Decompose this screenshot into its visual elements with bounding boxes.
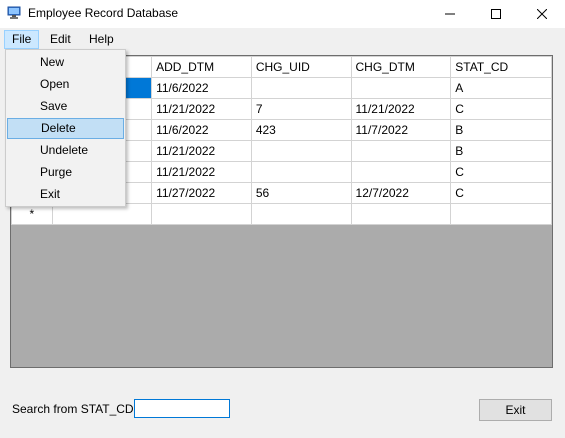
grid-cell[interactable]: B <box>450 119 552 141</box>
grid-cell[interactable]: A <box>450 77 552 99</box>
grid-cell[interactable]: C <box>450 161 552 183</box>
minimize-icon <box>445 13 455 15</box>
menu-item-new[interactable]: New <box>7 52 124 73</box>
grid-cell[interactable]: 11/6/2022 <box>151 77 252 99</box>
grid-cell[interactable] <box>350 161 452 183</box>
grid-cell[interactable]: 11/21/2022 <box>350 98 452 120</box>
grid-cell[interactable]: 7 <box>250 98 352 120</box>
grid-cell[interactable]: 11/6/2022 <box>151 119 252 141</box>
grid-cell[interactable] <box>350 140 452 162</box>
title-bar: Employee Record Database <box>0 0 565 28</box>
grid-cell[interactable]: C <box>450 98 552 120</box>
search-input[interactable] <box>134 399 230 418</box>
grid-cell[interactable]: 11/21/2022 <box>151 140 252 162</box>
close-icon <box>537 9 547 19</box>
grid-cell[interactable] <box>450 203 552 225</box>
menu-item-exit[interactable]: Exit <box>7 184 124 205</box>
grid-cell[interactable]: C <box>450 182 552 204</box>
column-header-add-dtm[interactable]: ADD_DTM <box>151 56 252 78</box>
column-header-chg-uid[interactable]: CHG_UID <box>250 56 352 78</box>
grid-cell[interactable] <box>250 140 352 162</box>
menu-help[interactable]: Help <box>82 30 121 49</box>
maximize-button[interactable] <box>473 0 519 28</box>
grid-cell[interactable]: 11/27/2022 <box>151 182 252 204</box>
menu-edit[interactable]: Edit <box>43 30 78 49</box>
search-label: Search from STAT_CD: <box>12 402 137 416</box>
grid-cell[interactable]: 11/21/2022 <box>151 98 252 120</box>
grid-cell[interactable] <box>250 203 352 225</box>
grid-cell[interactable]: 11/21/2022 <box>151 161 252 183</box>
app-icon <box>7 6 21 20</box>
grid-cell[interactable]: 56 <box>250 182 352 204</box>
grid-cell[interactable] <box>350 77 452 99</box>
column-header-chg-dtm[interactable]: CHG_DTM <box>350 56 452 78</box>
grid-cell[interactable] <box>151 203 252 225</box>
minimize-button[interactable] <box>427 0 473 28</box>
menu-item-undelete[interactable]: Undelete <box>7 140 124 161</box>
grid-cell[interactable] <box>250 161 352 183</box>
menu-bar: File Edit Help <box>0 28 565 50</box>
grid-cell[interactable]: 423 <box>250 119 352 141</box>
window-title: Employee Record Database <box>28 6 179 20</box>
column-header-stat-cd[interactable]: STAT_CD <box>450 56 552 78</box>
grid-cell[interactable] <box>250 77 352 99</box>
grid-cell[interactable] <box>350 203 452 225</box>
menu-item-purge[interactable]: Purge <box>7 162 124 183</box>
grid-cell[interactable]: 11/7/2022 <box>350 119 452 141</box>
grid-cell[interactable]: B <box>450 140 552 162</box>
file-menu-dropdown: New Open Save Delete Undelete Purge Exit <box>5 49 126 207</box>
menu-item-save[interactable]: Save <box>7 96 124 117</box>
menu-file[interactable]: File <box>4 30 40 49</box>
grid-cell[interactable]: 12/7/2022 <box>350 182 452 204</box>
close-button[interactable] <box>519 0 565 28</box>
exit-button[interactable]: Exit <box>479 399 552 421</box>
menu-item-delete[interactable]: Delete <box>7 118 124 139</box>
menu-item-open[interactable]: Open <box>7 74 124 95</box>
maximize-icon <box>491 9 501 19</box>
